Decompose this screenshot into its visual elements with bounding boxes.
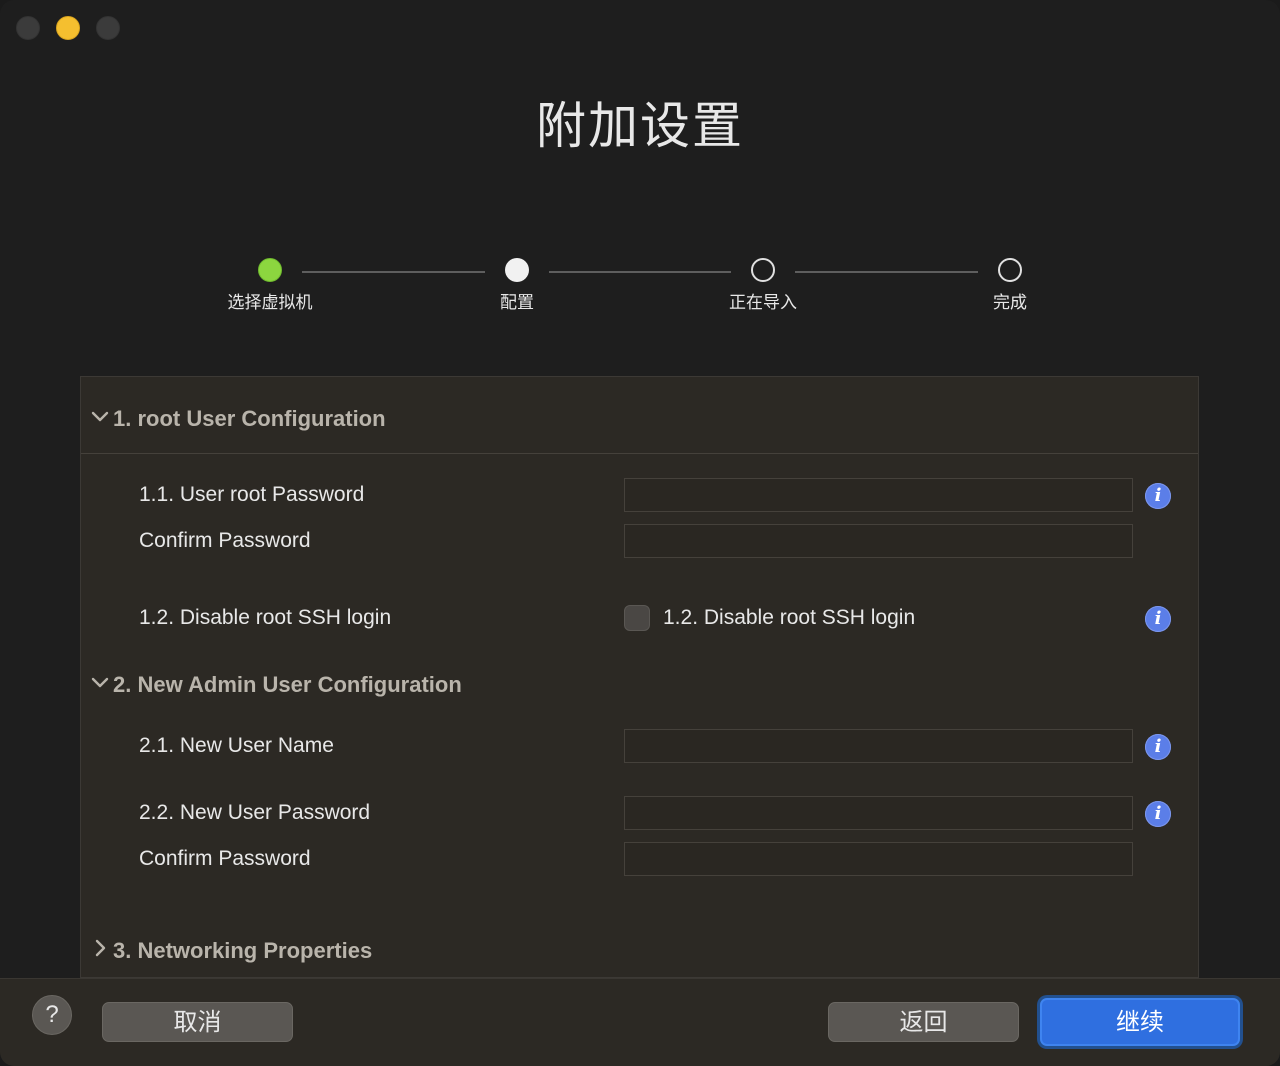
step-done-indicator — [258, 258, 282, 282]
step-importing: 正在导入 — [703, 258, 823, 313]
step-label: 选择虚拟机 — [227, 293, 313, 313]
disable-root-ssh-info-icon[interactable]: i — [1145, 606, 1171, 632]
section-divider — [81, 453, 1198, 454]
section-title: 1. root User Configuration — [113, 406, 386, 431]
step-label: 配置 — [500, 293, 534, 313]
new-user-name-input[interactable] — [624, 729, 1133, 763]
help-button[interactable]: ? — [32, 995, 72, 1035]
root-password-info-icon[interactable]: i — [1145, 483, 1171, 509]
new-user-confirm-password-input[interactable] — [624, 842, 1133, 876]
step-pending-indicator — [998, 258, 1022, 282]
chevron-down-icon — [91, 411, 109, 422]
step-label: 完成 — [993, 293, 1027, 313]
chevron-down-icon — [91, 677, 109, 688]
new-user-name-label: 2.1. New User Name — [139, 734, 334, 757]
continue-button[interactable]: 继续 — [1040, 998, 1240, 1046]
step-pending-indicator — [751, 258, 775, 282]
footer-bar: ? 取消 返回 继续 — [0, 978, 1280, 1066]
step-select-vm: 选择虚拟机 — [210, 258, 330, 313]
chevron-right-icon — [95, 939, 106, 957]
page-title: 附加设置 — [536, 97, 744, 155]
new-user-name-info-icon[interactable]: i — [1145, 734, 1171, 760]
step-current-indicator — [505, 258, 529, 282]
new-user-password-label: 2.2. New User Password — [139, 801, 371, 824]
minimize-window-button[interactable] — [56, 16, 80, 40]
disable-root-ssh-checkbox[interactable] — [624, 605, 650, 631]
new-user-confirm-password-label: Confirm Password — [139, 847, 311, 870]
disable-root-ssh-checkbox-label[interactable]: 1.2. Disable root SSH login — [663, 606, 915, 630]
cancel-button[interactable]: 取消 — [102, 1002, 293, 1042]
section-network-header[interactable]: 3. Networking Properties — [81, 938, 1198, 964]
import-wizard-window: 附加设置 选择虚拟机 配置 正在导入 完成 1. root User Confi… — [0, 0, 1280, 1066]
settings-panel: 1. root User Configuration 1.1. User roo… — [80, 376, 1199, 978]
step-label: 正在导入 — [729, 293, 797, 313]
section-admin-header[interactable]: 2. New Admin User Configuration — [81, 672, 1198, 698]
progress-steps: 选择虚拟机 配置 正在导入 完成 — [0, 258, 1280, 328]
step-configure: 配置 — [457, 258, 577, 313]
section-root-header[interactable]: 1. root User Configuration — [81, 406, 1198, 432]
zoom-window-button[interactable] — [96, 16, 120, 40]
root-confirm-password-input[interactable] — [624, 524, 1133, 558]
root-confirm-password-label: Confirm Password — [139, 529, 311, 552]
root-password-label: 1.1. User root Password — [139, 483, 365, 506]
root-password-input[interactable] — [624, 478, 1133, 512]
window-controls — [16, 16, 120, 40]
back-button[interactable]: 返回 — [828, 1002, 1019, 1042]
step-finish: 完成 — [950, 258, 1070, 313]
close-window-button[interactable] — [16, 16, 40, 40]
section-title: 2. New Admin User Configuration — [113, 672, 462, 697]
disable-root-ssh-label: 1.2. Disable root SSH login — [139, 606, 392, 629]
new-user-password-info-icon[interactable]: i — [1145, 801, 1171, 827]
new-user-password-input[interactable] — [624, 796, 1133, 830]
section-title: 3. Networking Properties — [113, 938, 373, 963]
